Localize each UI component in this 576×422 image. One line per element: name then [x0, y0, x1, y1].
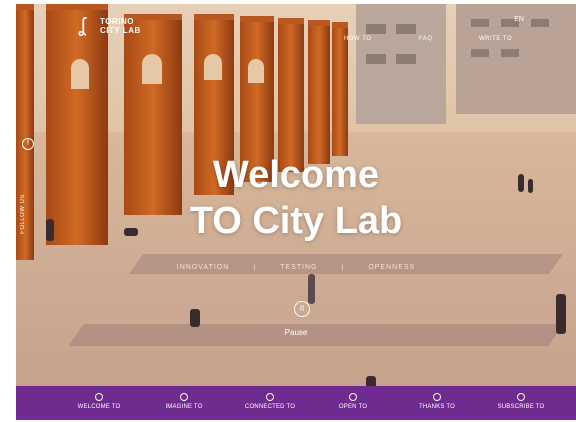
pillar-arch — [142, 54, 162, 84]
bottom-nav-label: CONNECTED TO — [244, 404, 296, 410]
tagline-innovation: INNOVATION — [176, 264, 230, 271]
brand-line-1: TORINO — [100, 17, 134, 26]
bottom-nav-thanks-to[interactable]: THANKS TO — [402, 386, 472, 420]
tagline-separator: | — [253, 264, 257, 271]
logo-icon: ʆ — [78, 15, 86, 37]
pillar — [278, 18, 304, 172]
nav-dot-icon — [349, 393, 357, 401]
language-switch[interactable]: EN — [514, 16, 524, 23]
bottom-nav-subscribe-to[interactable]: SUBSCRIBE TO — [486, 386, 556, 420]
pillar — [308, 20, 330, 164]
bottom-nav-welcome-to[interactable]: WELCOME TO — [64, 386, 134, 420]
building-window — [531, 19, 549, 27]
pillar-arch — [71, 59, 89, 89]
brand-name: TORINO CITY LAB — [100, 17, 141, 35]
bottom-nav-label: IMAGINE TO — [165, 404, 203, 410]
nav-dot-icon — [180, 393, 188, 401]
brand-logo[interactable]: ʆ TORINO CITY LAB — [68, 12, 141, 40]
bottom-nav-label: OPEN TO — [338, 404, 368, 410]
nav-dot-icon — [517, 393, 525, 401]
brand-line-2: CITY LAB — [100, 26, 141, 35]
hero-taglines: INNOVATION | TESTING | OPENNESS — [16, 264, 576, 271]
pause-icon[interactable]: II — [294, 301, 310, 317]
tagline-openness: OPENNESS — [368, 264, 416, 271]
building-window — [396, 54, 416, 64]
bottom-nav-label: THANKS TO — [419, 404, 455, 410]
building-window — [501, 49, 519, 57]
bottom-nav-imagine-to[interactable]: IMAGINE TO — [149, 386, 219, 420]
hero-title-line-1: Welcome — [212, 154, 380, 196]
bottom-nav-label: SUBSCRIBE TO — [497, 404, 545, 410]
tagline-testing: TESTING — [280, 264, 318, 271]
pillar-arch — [248, 59, 264, 83]
nav-how-to[interactable]: HOW TO — [344, 36, 371, 42]
building-window — [471, 49, 489, 57]
nav-dot-icon — [433, 393, 441, 401]
tagline-separator: | — [341, 264, 345, 271]
hero-title-line-2: TO City Lab — [189, 200, 403, 242]
facebook-icon[interactable]: f — [22, 138, 34, 150]
building-window — [366, 54, 386, 64]
bottom-nav: WELCOME TO IMAGINE TO CONNECTED TO OPEN … — [16, 386, 576, 420]
building-window — [366, 24, 386, 34]
background-building — [356, 4, 446, 124]
bottom-nav-connected-to[interactable]: CONNECTED TO — [235, 386, 305, 420]
nav-dot-icon — [95, 393, 103, 401]
nav-write-to[interactable]: WRITE TO — [479, 36, 512, 42]
nav-dot-icon — [266, 393, 274, 401]
site-frame: ʆ TORINO CITY LAB HOW TO FAQ WRITE TO EN… — [16, 4, 576, 420]
person — [308, 274, 315, 304]
pillar — [332, 22, 348, 156]
building-window — [471, 19, 489, 27]
pause-label[interactable]: Pause — [16, 328, 576, 337]
pillar-arch — [204, 54, 222, 80]
building-window — [396, 24, 416, 34]
nav-faq[interactable]: FAQ — [419, 36, 433, 42]
person — [190, 309, 200, 327]
bottom-nav-label: WELCOME TO — [77, 404, 121, 410]
bottom-nav-open-to[interactable]: OPEN TO — [318, 386, 388, 420]
